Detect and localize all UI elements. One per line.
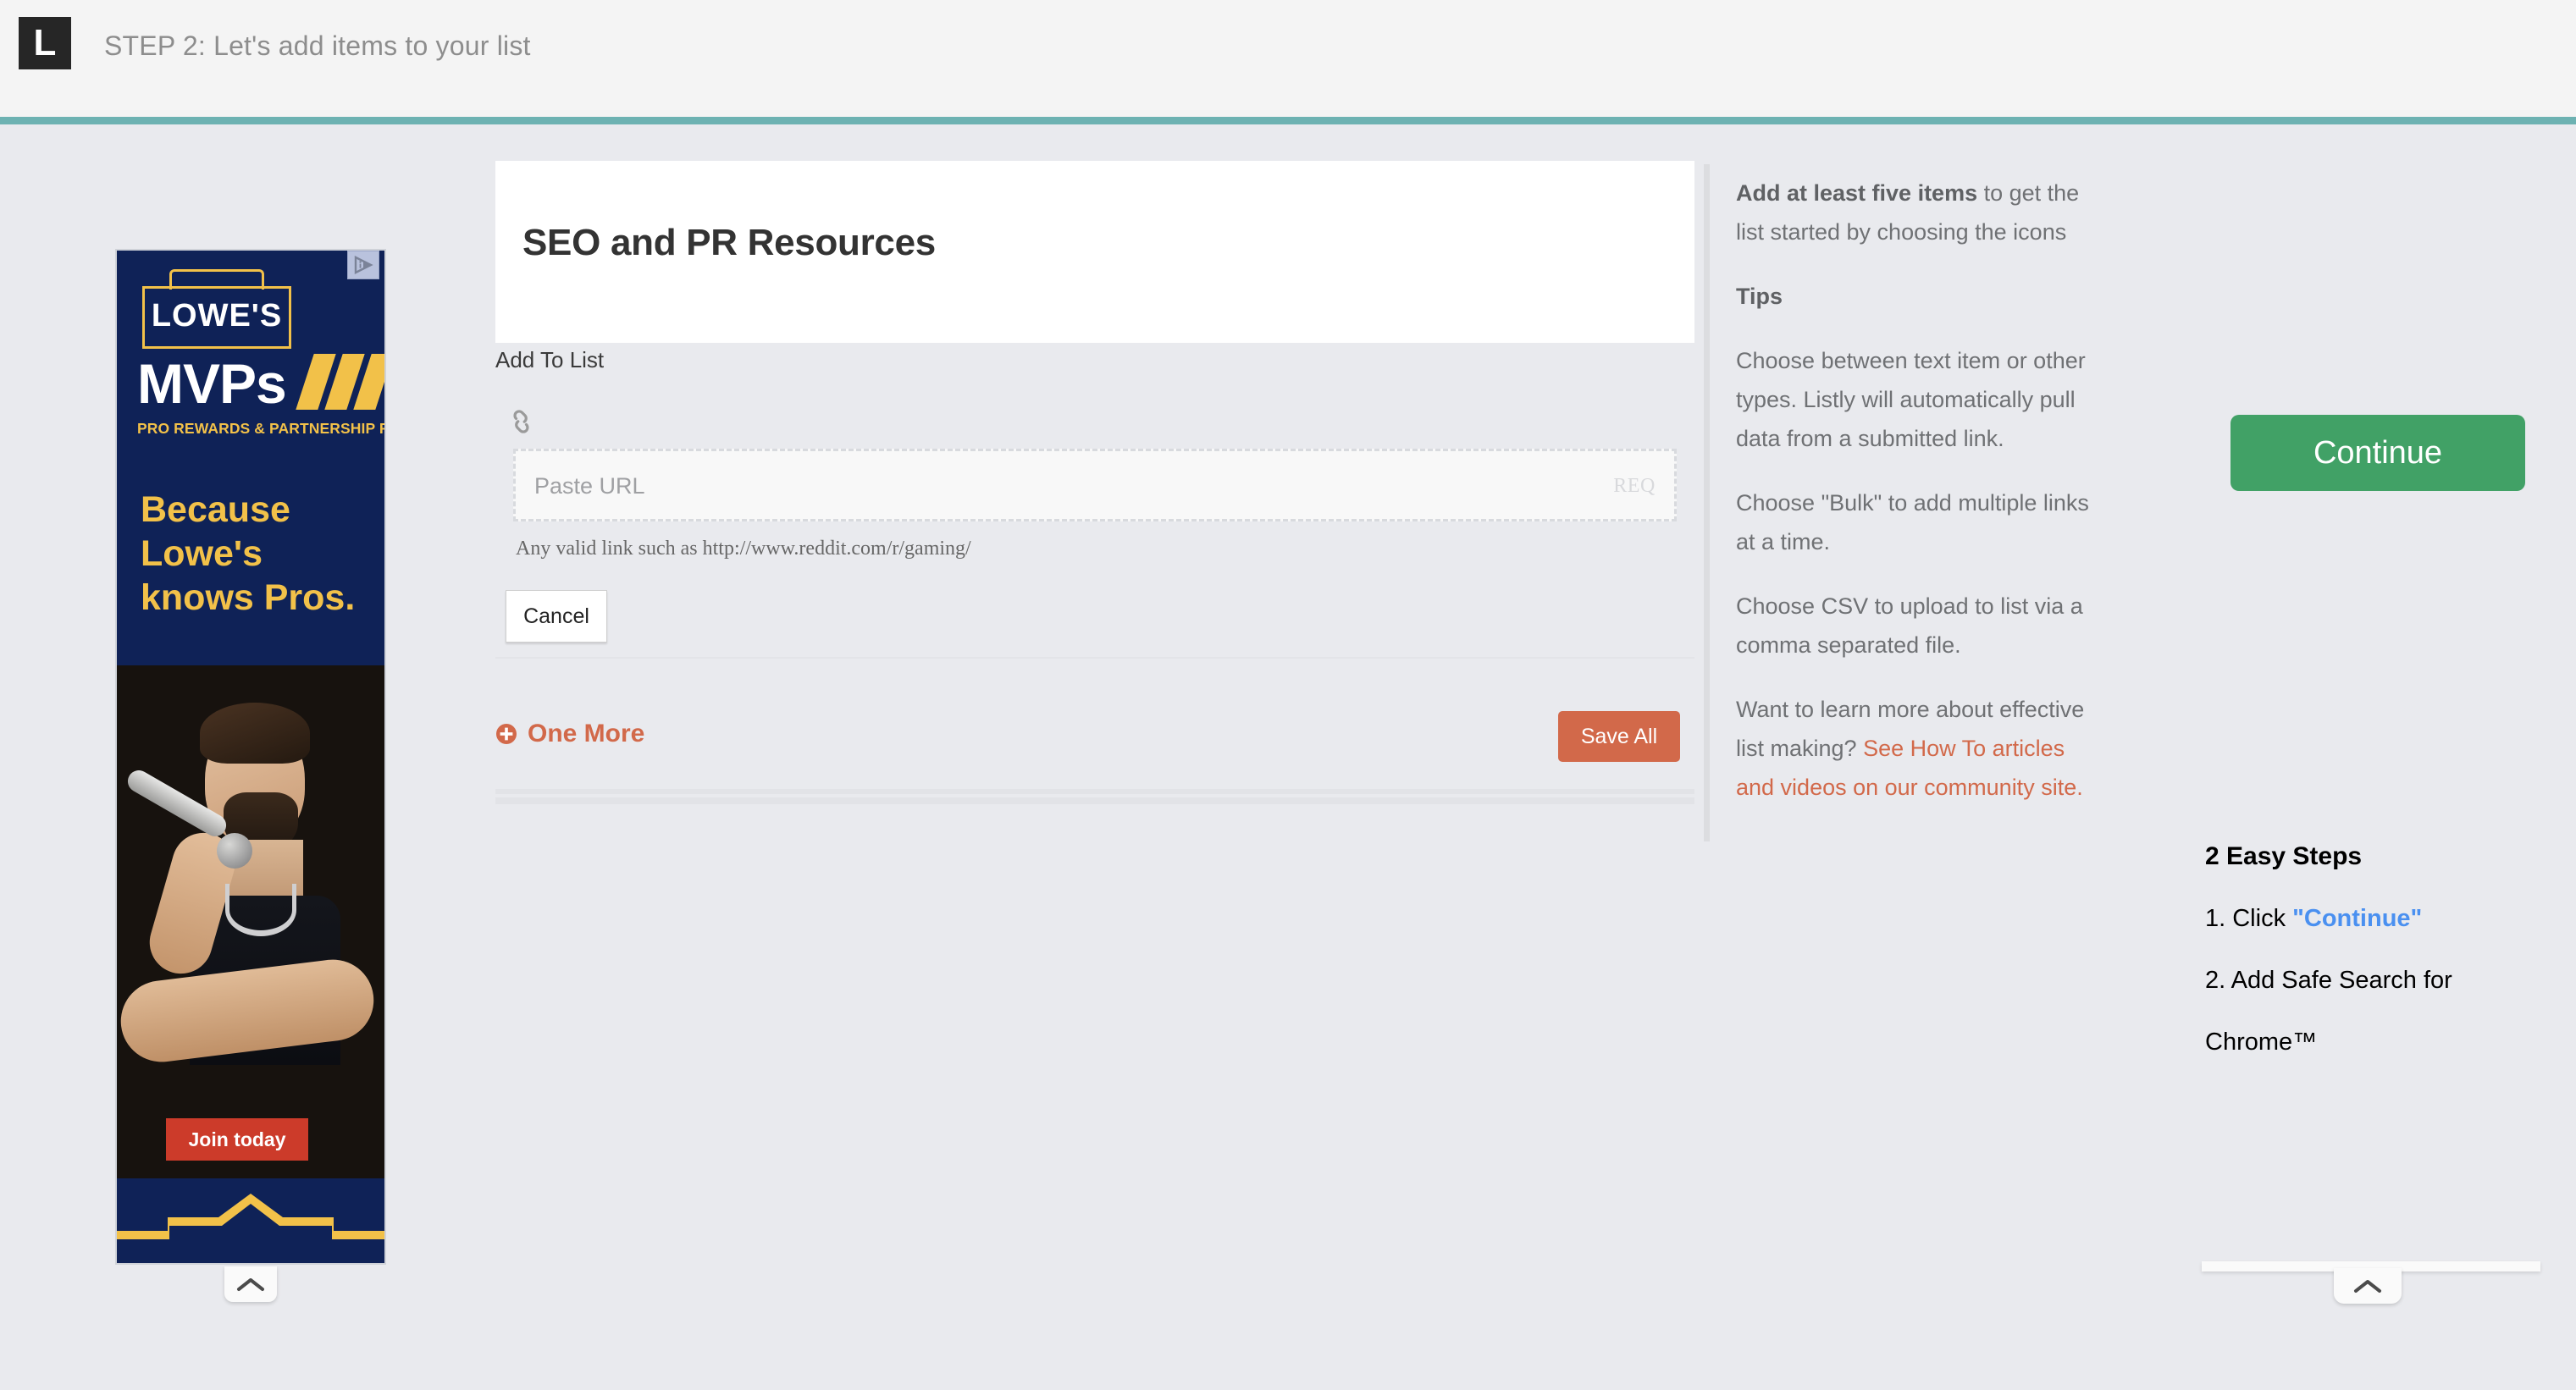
add-to-list-label: Add To List (495, 347, 605, 372)
ad-subtitle: PRO REWARDS & PARTNERSHIP PROGRAM (137, 420, 384, 437)
one-more-label: One More (528, 720, 645, 747)
cancel-button[interactable]: Cancel (506, 590, 607, 643)
chevron-up-icon (237, 1278, 264, 1291)
easy-steps-step-1: 1. Click "Continue" (2205, 905, 2544, 933)
step1-continue-link[interactable]: "Continue" (2292, 905, 2422, 932)
ad-headline: Because Lowe's knows Pros. (141, 489, 356, 618)
url-input-placeholder: Paste URL (534, 473, 645, 499)
easy-steps-step-2-cont: Chrome™ (2205, 1029, 2318, 1056)
ad-photo (117, 665, 384, 1178)
tips-intro-strong: Add at least five items (1736, 180, 1978, 206)
tips-panel: Add at least five items to get the list … (1736, 174, 2096, 832)
step1-prefix: 1. Click (2205, 905, 2293, 932)
chevron-up-icon (2354, 1280, 2381, 1293)
ad-card[interactable]: LOWE'S MVPs PRO REWARDS & PARTNERSHIP PR… (115, 249, 386, 1265)
easy-steps-step-2: 2. Add Safe Search for (2205, 967, 2452, 994)
advertisement[interactable]: LOWE'S MVPs PRO REWARDS & PARTNERSHIP PR… (115, 249, 386, 1302)
lowes-logo: LOWE'S (142, 269, 291, 349)
right-collapse-button[interactable] (2334, 1268, 2402, 1304)
url-help-text: Any valid link such as http://www.reddit… (516, 538, 971, 560)
tips-divider (1704, 164, 1710, 841)
plus-circle-icon (495, 723, 517, 745)
list-title: SEO and PR Resources (522, 222, 936, 263)
header-accent-rule (0, 117, 2576, 124)
one-more-button[interactable]: One More (495, 720, 644, 748)
page-title: STEP 2: Let's add items to your list (104, 30, 531, 61)
tips-learn-more: Want to learn more about effective list … (1736, 690, 2096, 807)
tips-item: Choose between text item or other types.… (1736, 348, 2086, 451)
tips-intro: Add at least five items to get the list … (1736, 174, 2096, 251)
easy-steps-title: 2 Easy Steps (2205, 842, 2363, 870)
form-divider-top (495, 789, 1694, 794)
ad-cta-button[interactable]: Join today (166, 1118, 308, 1161)
list-title-card: SEO and PR Resources (495, 161, 1694, 343)
app-header: L STEP 2: Let's add items to your list (0, 0, 2576, 119)
ad-brand-label: LOWE'S (151, 298, 283, 334)
ad-footer-shape (117, 1190, 384, 1263)
ad-collapse-button[interactable] (224, 1266, 277, 1302)
tips-item: Choose CSV to upload to list via a comma… (1736, 593, 2083, 658)
form-divider-bottom (495, 797, 1694, 804)
save-all-button[interactable]: Save All (1558, 711, 1680, 762)
link-icon (510, 407, 539, 436)
tips-item: Choose "Bulk" to add multiple links at a… (1736, 490, 2089, 554)
easy-steps-panel: 2 Easy Steps 1. Click "Continue" 2. Add … (2205, 842, 2544, 1090)
add-item-form: Paste URL REQ Any valid link such as htt… (495, 389, 1694, 659)
listly-logo: L (19, 17, 71, 69)
continue-button[interactable]: Continue (2231, 415, 2525, 491)
adchoices-icon[interactable] (347, 251, 379, 279)
required-badge: REQ (1613, 475, 1656, 497)
url-input[interactable]: Paste URL REQ (513, 449, 1677, 521)
tips-heading: Tips (1736, 284, 1783, 309)
ad-top-panel: LOWE'S MVPs PRO REWARDS & PARTNERSHIP PR… (117, 251, 384, 665)
